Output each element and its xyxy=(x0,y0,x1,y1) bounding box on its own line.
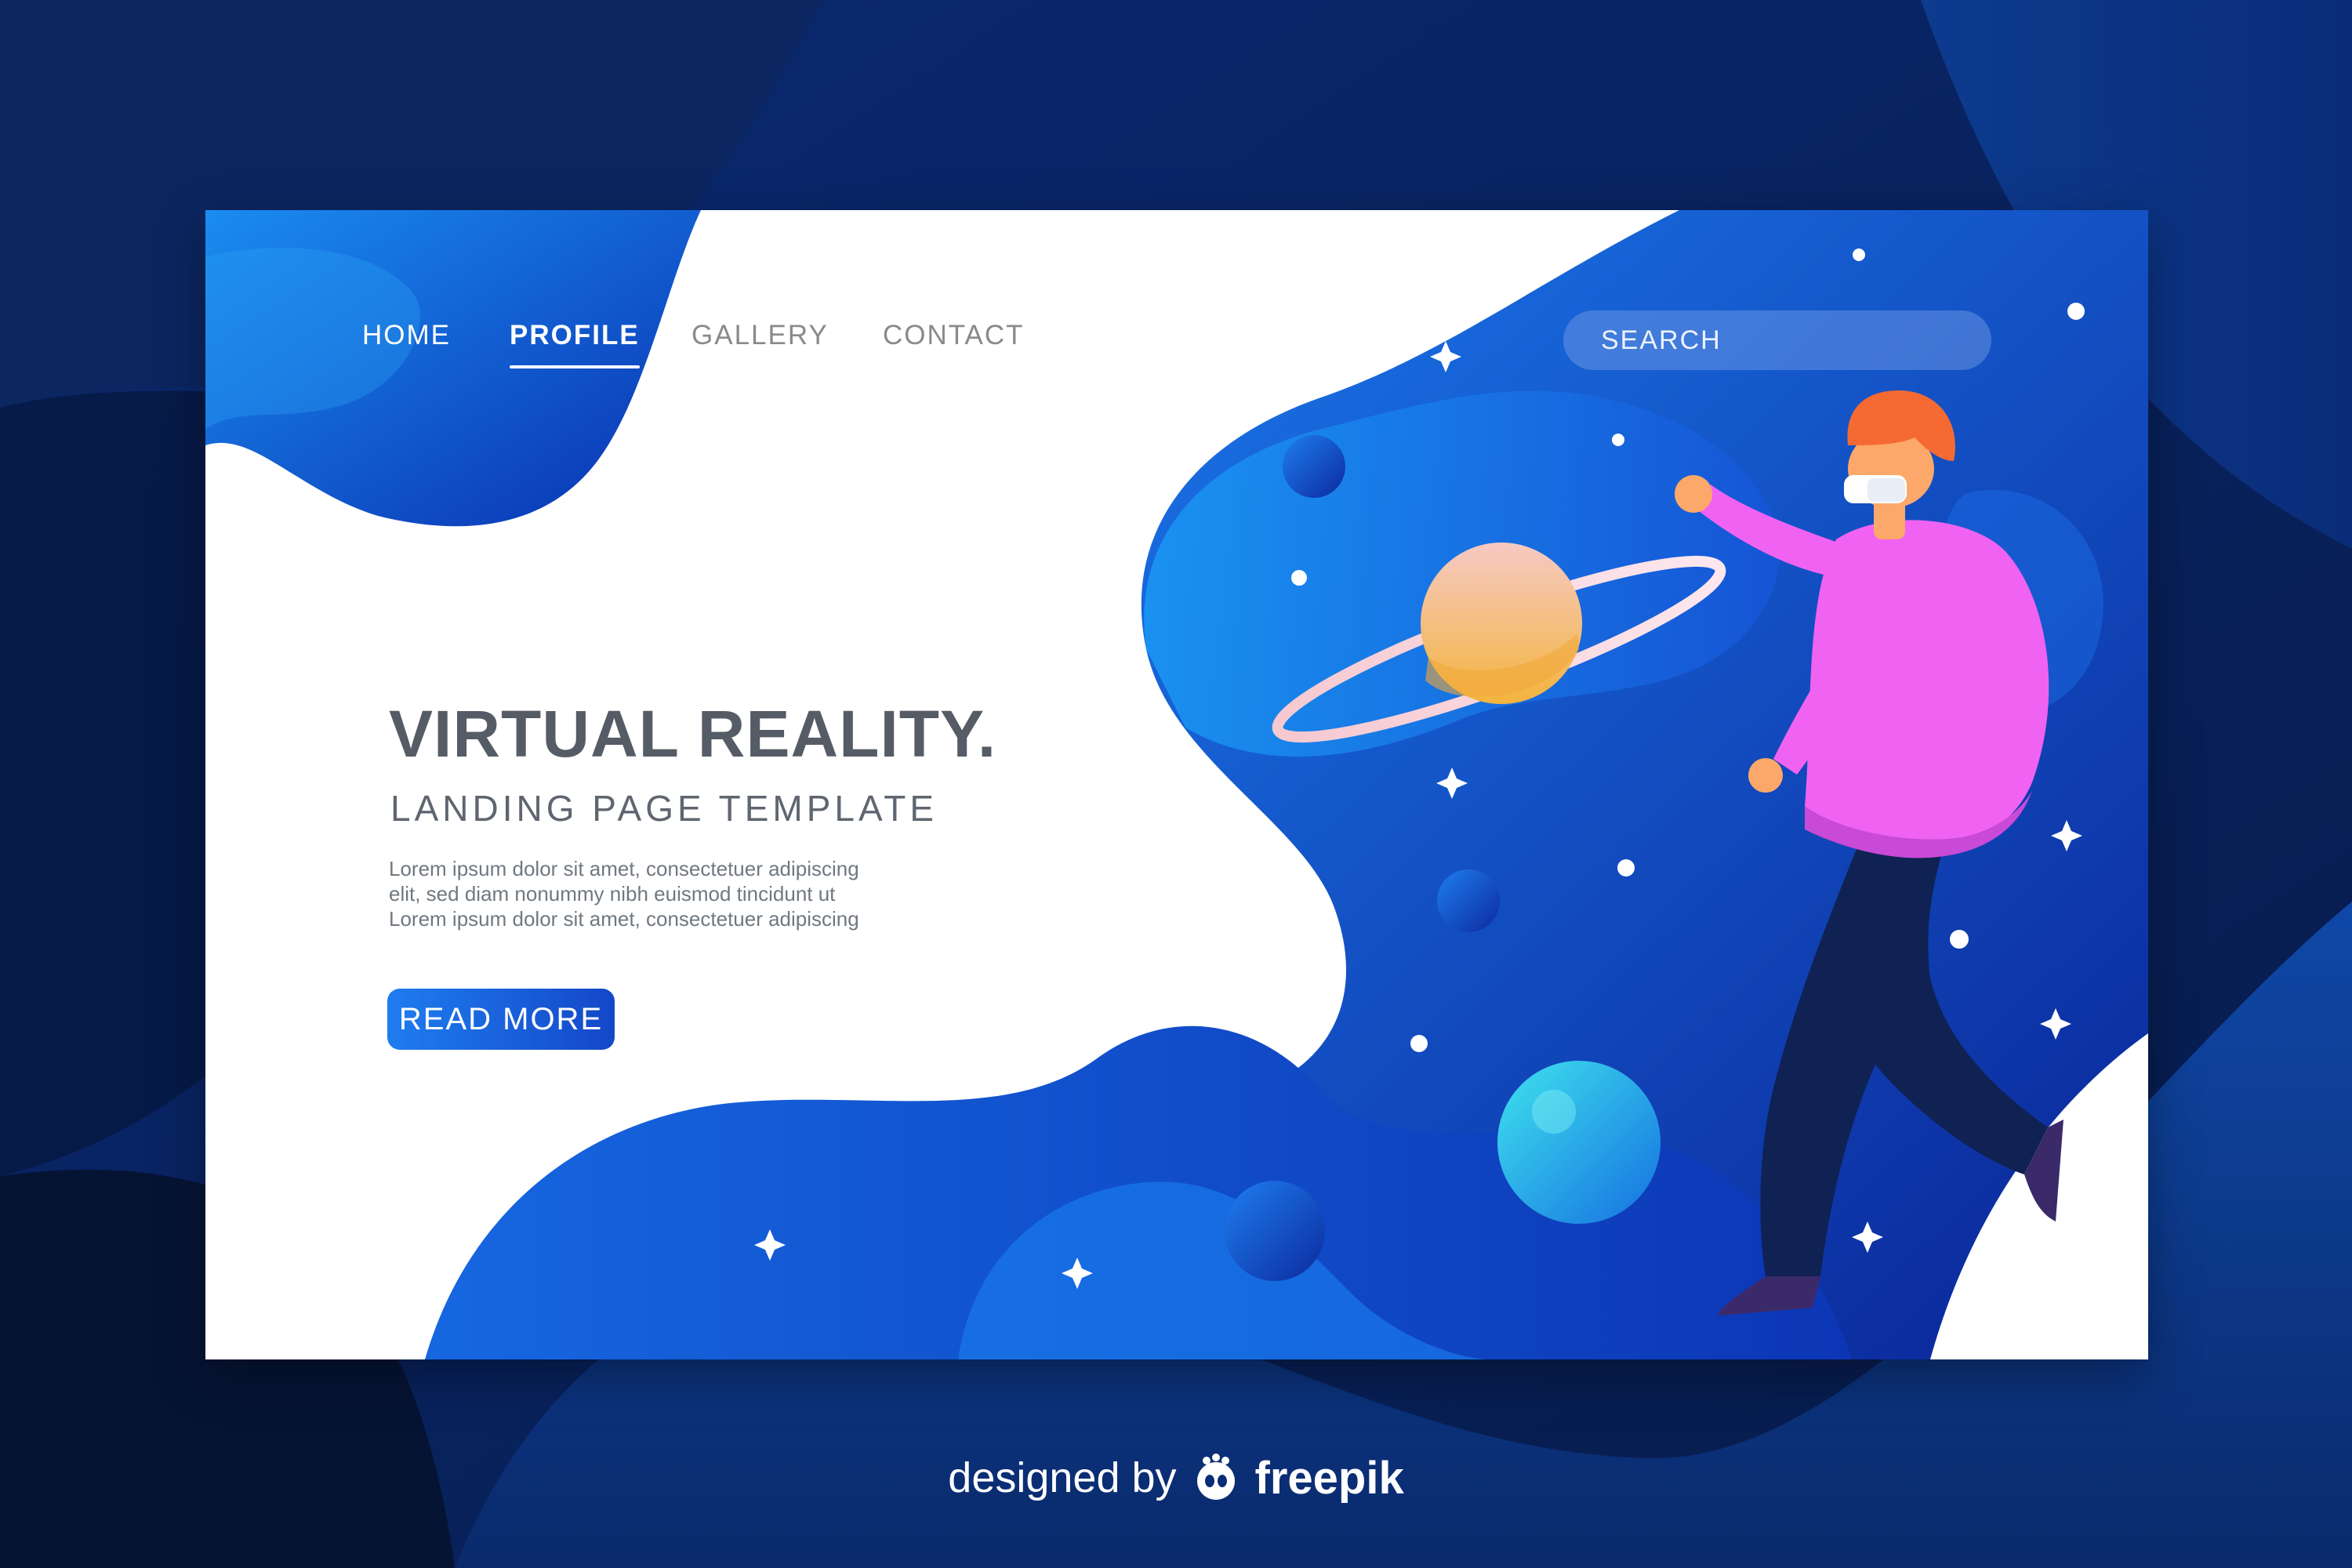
vr-headset-icon xyxy=(1844,475,1907,503)
credit-brand: freepik xyxy=(1254,1452,1404,1504)
active-nav-underline xyxy=(510,365,640,368)
credit-text: designed by xyxy=(948,1454,1177,1501)
search-bar xyxy=(1563,310,1991,370)
read-more-button[interactable]: READ MORE xyxy=(387,989,615,1050)
footer-credit: designed by freepik xyxy=(0,1446,2352,1509)
body-line: Lorem ipsum dolor sit amet, consectetuer… xyxy=(389,857,859,880)
landing-card: HOME PROFILE GALLERY CONTACT VIRTUAL REA… xyxy=(205,210,2148,1359)
nav-profile-link[interactable]: PROFILE xyxy=(510,320,640,368)
hero-body-text: Lorem ipsum dolor sit amet, consectetuer… xyxy=(389,856,938,931)
search-input[interactable] xyxy=(1563,310,1991,370)
hero-title: VIRTUAL REALITY. xyxy=(389,697,997,771)
hero-subtitle: LANDING PAGE TEMPLATE xyxy=(390,788,938,829)
nav-gallery-link[interactable]: GALLERY xyxy=(691,320,829,351)
nav-profile-label: PROFILE xyxy=(510,320,640,350)
body-line: Lorem ipsum dolor sit amet, consectetuer… xyxy=(389,907,859,931)
nav-home-link[interactable]: HOME xyxy=(362,320,451,351)
nav-contact-link[interactable]: CONTACT xyxy=(883,320,1025,351)
card-illustration xyxy=(205,210,2148,1359)
freepik-logo-icon xyxy=(1196,1454,1235,1500)
body-line: elit, sed diam nonummy nibh euismod tinc… xyxy=(389,882,836,906)
